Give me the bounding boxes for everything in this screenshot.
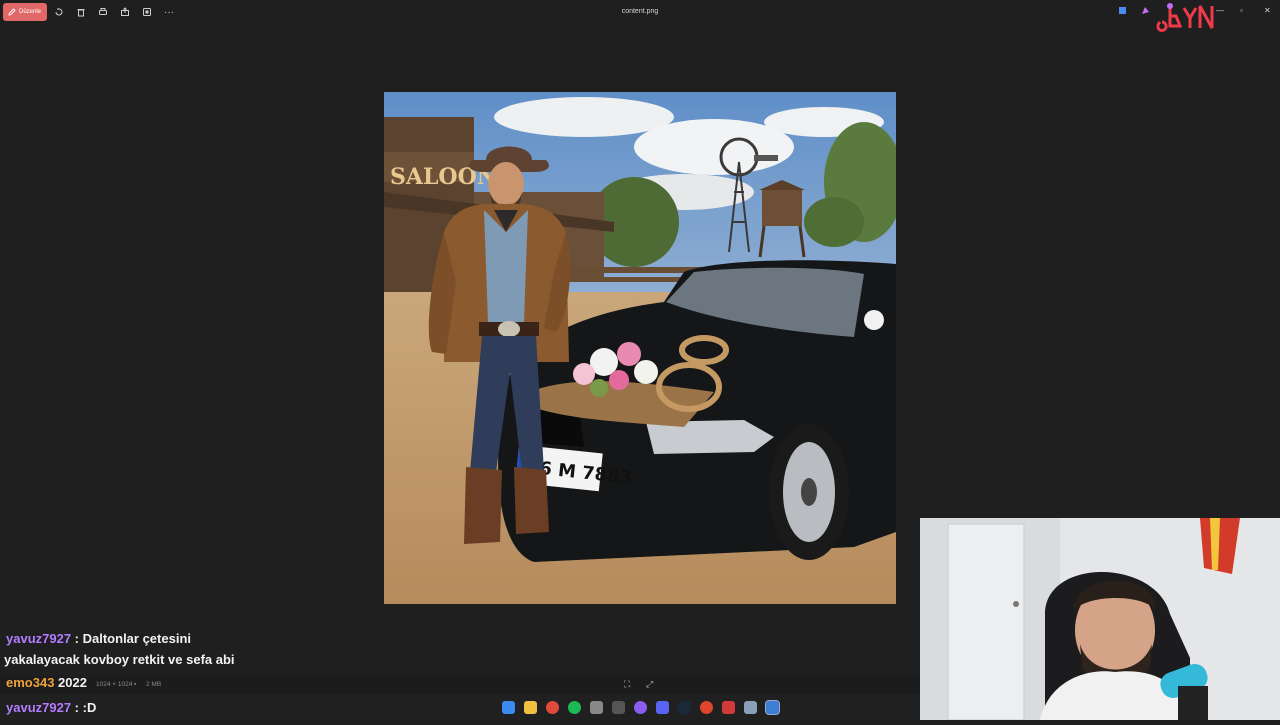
- steam-icon[interactable]: [678, 701, 691, 714]
- chat-message: yavuz7927 : Daltonlar çetesini: [0, 631, 191, 646]
- twitch-icon[interactable]: [634, 701, 647, 714]
- streamer-logo: [1150, 0, 1220, 34]
- discord-icon[interactable]: [656, 701, 669, 714]
- obs-icon[interactable]: [700, 701, 713, 714]
- capture-icon[interactable]: [722, 701, 735, 714]
- chrome-icon[interactable]: [546, 701, 559, 714]
- chat-message: emo343 2022: [0, 675, 87, 690]
- copilot-icon[interactable]: [1141, 6, 1150, 17]
- chat-text: Daltonlar çetesini: [82, 631, 191, 646]
- fit-to-window-button[interactable]: ⛶: [624, 679, 630, 690]
- image-dimensions: 1024 × 1024: [96, 681, 133, 688]
- status-bar: [0, 676, 920, 694]
- chat-separator: :: [71, 631, 83, 646]
- chat-username: yavuz7927: [6, 631, 72, 646]
- pin-icon[interactable]: [1118, 6, 1127, 17]
- window-title: content.png: [621, 8, 659, 15]
- spotify-icon[interactable]: [568, 701, 581, 714]
- file-explorer-icon[interactable]: [524, 701, 537, 714]
- taskbar: [0, 696, 920, 720]
- file-size: 2 MB: [146, 681, 162, 688]
- fullscreen-button[interactable]: ⤢: [646, 679, 653, 690]
- photos-icon[interactable]: [765, 700, 780, 715]
- terminal-icon[interactable]: [612, 701, 625, 714]
- start-icon[interactable]: [502, 701, 515, 714]
- chat-message: yavuz7927 : :D: [0, 700, 96, 715]
- app-icon[interactable]: [590, 701, 603, 714]
- settings-icon[interactable]: [744, 701, 757, 714]
- maximize-button[interactable]: ▫: [1240, 6, 1243, 15]
- chat-separator: :: [71, 700, 83, 715]
- webcam-overlay: [920, 518, 1280, 721]
- file-size-icon: ▪: [134, 681, 137, 688]
- chat-message-continued: yakalayacak kovboy retkit ve sefa abi: [4, 652, 235, 667]
- chat-text: 2022: [58, 675, 87, 690]
- close-button[interactable]: ✕: [1264, 6, 1271, 15]
- displayed-image: SALOON 06 M 7883: [381, 92, 904, 604]
- minimize-button[interactable]: —: [1216, 6, 1224, 15]
- chat-text: :D: [82, 700, 97, 715]
- chat-username: emo343: [6, 675, 55, 690]
- chat-username: yavuz7927: [6, 700, 72, 715]
